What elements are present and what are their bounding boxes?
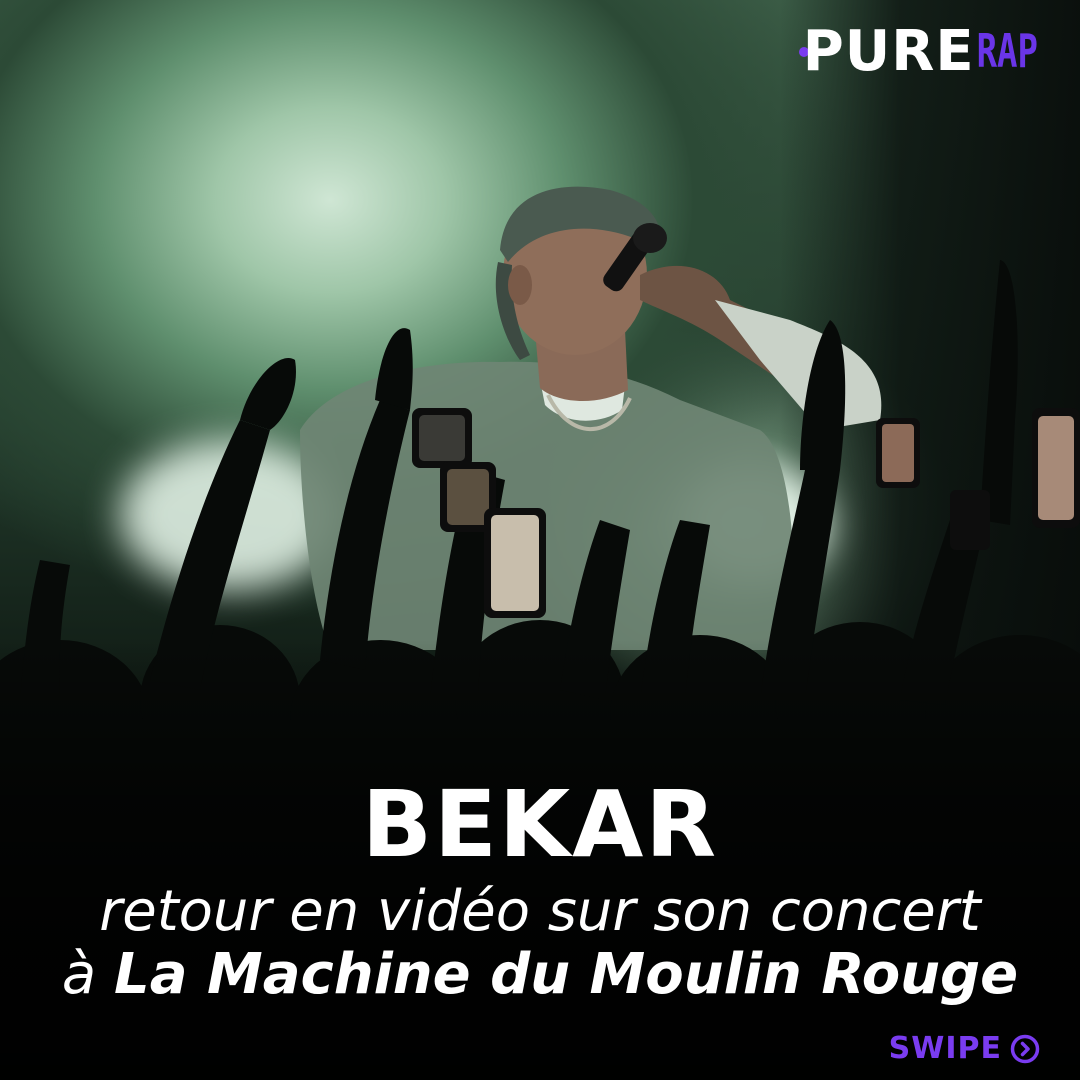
subtitle-prefix: à xyxy=(61,942,115,1007)
artist-name: BEKAR xyxy=(361,771,719,878)
chevron-right-circle-icon xyxy=(1010,1034,1040,1064)
venue-name: La Machine du Moulin Rouge xyxy=(114,942,1019,1007)
subtitle-line-1: retour en vidéo sur son concert xyxy=(99,879,981,944)
swipe-cta[interactable]: SWIPE xyxy=(889,1031,1040,1066)
purerap-logo: PURE RAP xyxy=(798,19,1038,84)
subtitle-line-2: à La Machine du Moulin Rouge xyxy=(0,940,1080,1010)
logo-main-text: PURE xyxy=(802,19,975,84)
logo-suffix-text: RAP xyxy=(976,25,1038,80)
instagram-post: PURE RAP BEKAR retour en vidéo sur son c… xyxy=(0,0,1080,1080)
swipe-label: SWIPE xyxy=(888,1031,1002,1066)
